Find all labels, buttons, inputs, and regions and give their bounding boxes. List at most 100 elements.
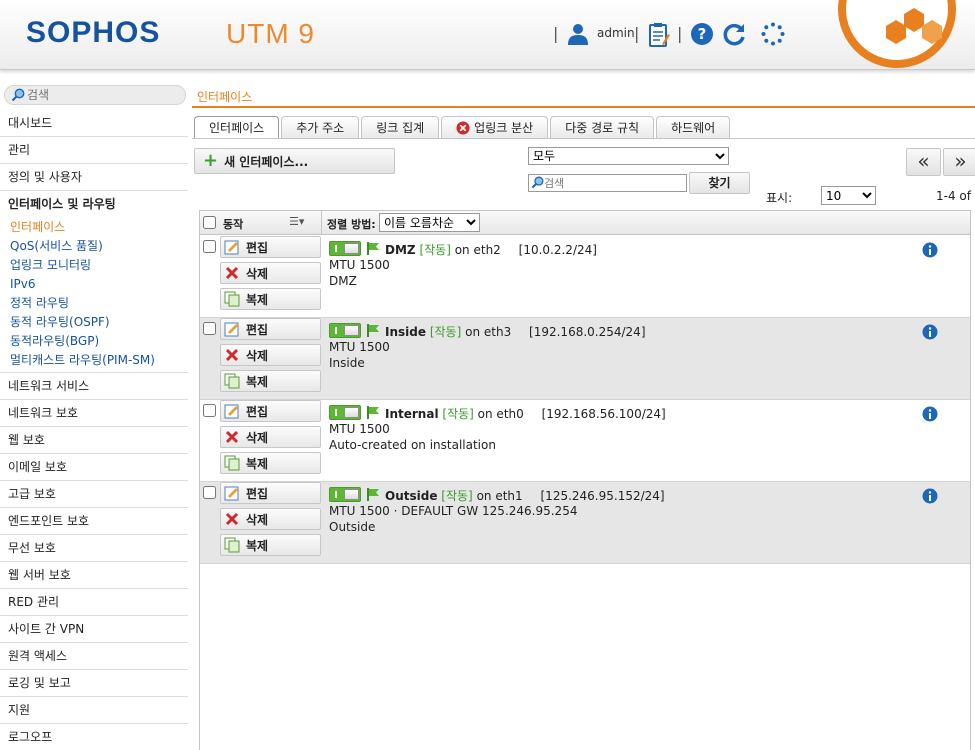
sidebar-item-red-management[interactable]: RED 관리 (0, 589, 188, 616)
sidebar-item-dashboard[interactable]: 대시보드 (0, 110, 188, 137)
error-icon (456, 121, 470, 134)
sidebar-item-logging-reporting[interactable]: 로깅 및 보고 (0, 670, 188, 697)
tab-hardware[interactable]: 하드웨어 (656, 116, 731, 138)
find-field[interactable] (528, 174, 687, 192)
delete-button[interactable]: 삭제 (220, 262, 321, 284)
clone-button[interactable]: 복제 (220, 452, 321, 474)
port-text: on eth0 (477, 407, 524, 421)
sidebar-subitem-interfaces[interactable]: 인터페이스 (0, 218, 188, 237)
tabs-divider (192, 138, 975, 139)
comment-text: Auto-created on installation (329, 438, 496, 452)
page-prev-button[interactable]: « (906, 148, 941, 176)
svg-text:?: ? (698, 25, 707, 43)
sidebar-item-network-protection[interactable]: 네트워크 보호 (0, 400, 188, 427)
edit-button[interactable]: 편집 (220, 400, 321, 422)
info-icon[interactable] (922, 488, 938, 504)
sidebar-subitem-static-routing[interactable]: 정적 라우팅 (0, 294, 188, 313)
sidebar-subitem-ipv6[interactable]: IPv6 (0, 275, 188, 294)
filter-select[interactable]: 모두 (528, 147, 729, 165)
list-menu-icon[interactable]: ☰▾ (289, 215, 304, 228)
refresh-icon[interactable] (723, 22, 747, 46)
edit-button[interactable]: 편집 (220, 236, 321, 258)
interface-name[interactable]: Internal (385, 407, 439, 421)
interface-name[interactable]: DMZ (385, 243, 416, 257)
table-row: 편집 삭제 복제 Outside [작동] on eth1 [125.246.9… (200, 482, 970, 564)
tab-interfaces[interactable]: 인터페이스 (194, 116, 280, 138)
sidebar-item-web-protection[interactable]: 웹 보호 (0, 427, 188, 454)
sidebar-item-definitions-users[interactable]: 정의 및 사용자 (0, 164, 188, 191)
info-icon[interactable] (922, 324, 938, 340)
result-range: 1-4 of 4 (936, 189, 975, 203)
sidebar-item-interfaces-routing[interactable]: 인터페이스 및 라우팅 (0, 191, 188, 218)
edit-button[interactable]: 편집 (220, 482, 321, 504)
row-checkbox[interactable] (203, 404, 216, 417)
tab-uplink-balancing[interactable]: 업링크 분산 (441, 116, 549, 138)
edit-icon (224, 486, 239, 501)
sidebar-item-logoff[interactable]: 로그오프 (0, 724, 188, 750)
sort-select[interactable]: 이름 오름차순 (379, 213, 480, 232)
sidebar-item-site-to-site-vpn[interactable]: 사이트 간 VPN (0, 616, 188, 643)
tab-label: 추가 주소 (296, 120, 345, 135)
sidebar-item-advanced-protection[interactable]: 고급 보호 (0, 481, 188, 508)
find-input[interactable] (544, 175, 684, 191)
sidebar-item-support[interactable]: 지원 (0, 697, 188, 724)
page-size-select[interactable]: 10 (821, 186, 876, 205)
edit-label: 편집 (246, 240, 269, 255)
new-interface-button[interactable]: + 새 인터페이스... (194, 148, 395, 174)
sidebar-subitem-qos[interactable]: QoS(서비스 품질) (0, 237, 188, 256)
sidebar: 대시보드 관리 정의 및 사용자 인터페이스 및 라우팅 인터페이스 QoS(서… (0, 84, 188, 750)
sidebar-subitem-uplink-monitoring[interactable]: 업링크 모니터링 (0, 256, 188, 275)
edit-button[interactable]: 편집 (220, 318, 321, 340)
info-icon[interactable] (922, 242, 938, 258)
main-content: 인터페이스 인터페이스 추가 주소 링크 집계 업링크 분산 다중 경로 규칙 … (192, 84, 975, 750)
delete-label: 삭제 (246, 512, 269, 527)
sidebar-item-management[interactable]: 관리 (0, 137, 188, 164)
sidebar-item-webserver-protection[interactable]: 웹 서버 보호 (0, 562, 188, 589)
comment-text: Outside (329, 520, 376, 534)
enable-toggle[interactable] (329, 405, 361, 420)
product-name: UTM 9 (226, 18, 315, 49)
clipboard-icon[interactable] (648, 22, 670, 48)
sidebar-search-input[interactable] (27, 87, 177, 103)
tab-link-aggregation[interactable]: 링크 집계 (361, 116, 440, 138)
row-checkbox[interactable] (203, 322, 216, 335)
spinner-icon (761, 22, 785, 46)
sidebar-item-endpoint-protection[interactable]: 엔드포인트 보호 (0, 508, 188, 535)
tab-label: 다중 경로 규칙 (565, 120, 640, 135)
row-checkbox[interactable] (203, 240, 216, 253)
interface-name[interactable]: Outside (385, 489, 437, 503)
sidebar-subitem-ospf[interactable]: 동적 라우팅(OSPF) (0, 313, 188, 332)
row-checkbox[interactable] (203, 486, 216, 499)
sophos-logo: SOPHOS (26, 16, 161, 49)
page-next-button[interactable]: » (943, 148, 975, 176)
sidebar-subitem-pim-sm[interactable]: 멀티캐스트 라우팅(PIM-SM) (0, 351, 188, 370)
info-icon[interactable] (922, 406, 938, 422)
clone-button[interactable]: 복제 (220, 534, 321, 556)
edit-icon (224, 240, 239, 255)
find-button[interactable]: 찾기 (689, 172, 750, 194)
delete-button[interactable]: 삭제 (220, 344, 321, 366)
mtu-text: MTU 1500 (329, 422, 390, 436)
tab-multipath-rules[interactable]: 다중 경로 규칙 (550, 116, 655, 138)
sidebar-subitem-bgp[interactable]: 동적라우팅(BGP) (0, 332, 188, 351)
clone-button[interactable]: 복제 (220, 370, 321, 392)
delete-button[interactable]: 삭제 (220, 508, 321, 530)
user-name[interactable]: admin (597, 26, 635, 40)
sidebar-item-network-services[interactable]: 네트워크 서비스 (0, 373, 188, 400)
enable-toggle[interactable] (329, 323, 361, 338)
delete-label: 삭제 (246, 266, 269, 281)
interface-name[interactable]: Inside (385, 325, 426, 339)
user-icon[interactable] (566, 22, 590, 46)
enable-toggle[interactable] (329, 487, 361, 502)
clone-button[interactable]: 복제 (220, 288, 321, 310)
sidebar-item-email-protection[interactable]: 이메일 보호 (0, 454, 188, 481)
delete-button[interactable]: 삭제 (220, 426, 321, 448)
sidebar-search[interactable] (4, 85, 186, 105)
mtu-text: MTU 1500 · DEFAULT GW 125.246.95.254 (329, 504, 578, 518)
sidebar-item-remote-access[interactable]: 원격 액세스 (0, 643, 188, 670)
select-all-checkbox[interactable] (203, 216, 216, 229)
enable-toggle[interactable] (329, 241, 361, 256)
help-icon[interactable]: ? (690, 22, 714, 46)
sidebar-item-wireless-protection[interactable]: 무선 보호 (0, 535, 188, 562)
tab-additional-addresses[interactable]: 추가 주소 (281, 116, 360, 138)
